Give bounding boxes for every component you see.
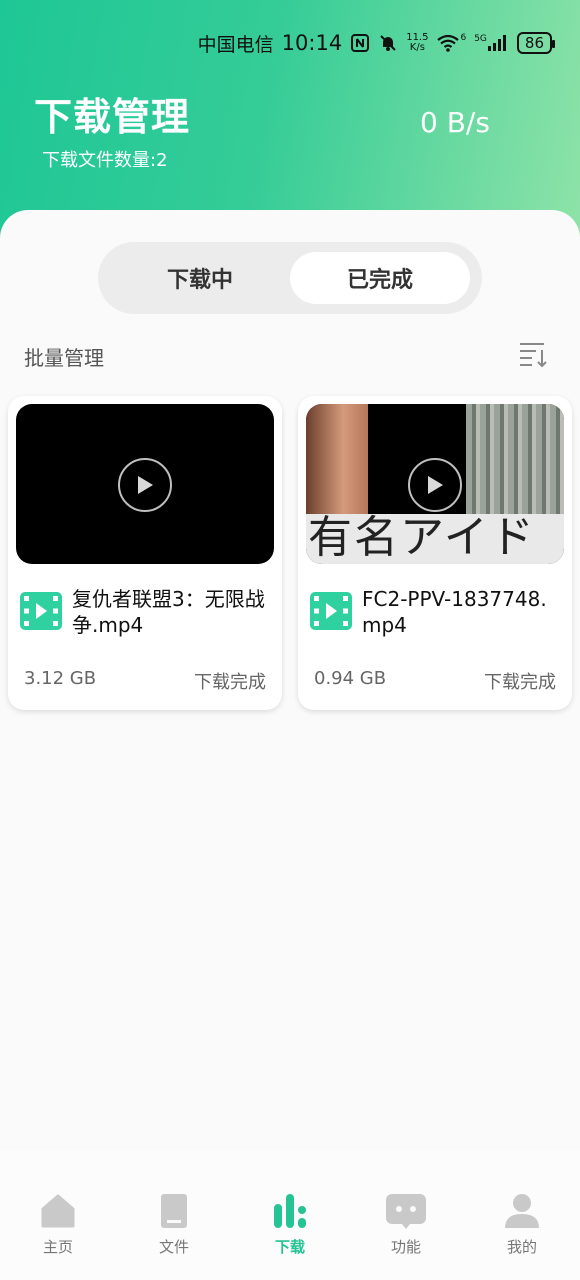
video-thumbnail[interactable] <box>16 404 274 564</box>
nav-label: 主页 <box>42 1238 73 1256</box>
file-name: 复仇者联盟3：无限战争.mp4 <box>72 587 265 637</box>
nav-label: 功能 <box>390 1238 421 1256</box>
tab-completed[interactable]: 已完成 <box>290 252 470 304</box>
net-speed-indicator: 11.5 K/s <box>406 33 428 53</box>
download-speed: 0 B/s <box>420 106 490 139</box>
bottom-nav: 主页 文件 下载 功能 我的 <box>0 1150 580 1280</box>
video-file-icon <box>310 592 352 634</box>
file-count-label: 下载文件数量:2 <box>42 150 168 171</box>
file-size: 0.94 GB <box>314 668 387 689</box>
nav-label: 文件 <box>158 1238 189 1256</box>
nav-label: 下载 <box>274 1238 305 1256</box>
bar-chart-icon <box>274 1194 306 1228</box>
signal-icon: 5G <box>474 34 509 52</box>
download-tabs: 下载中 已完成 <box>98 242 482 314</box>
user-icon <box>505 1194 539 1228</box>
file-card[interactable]: 复仇者联盟3：无限战争.mp4 3.12 GB 下载完成 <box>8 396 282 710</box>
video-file-icon <box>20 592 62 634</box>
tab-downloading[interactable]: 下载中 <box>110 252 290 304</box>
play-icon[interactable] <box>408 458 462 512</box>
net-speed-unit: K/s <box>409 42 425 53</box>
video-thumbnail[interactable]: 有名アイド <box>306 404 564 564</box>
play-icon[interactable] <box>118 458 172 512</box>
file-card[interactable]: 有名アイド FC2-PPV-1837748.mp4 0.94 GB 下载完成 <box>298 396 572 710</box>
download-status: 下载完成 <box>484 672 556 693</box>
sort-icon[interactable] <box>518 340 548 372</box>
book-icon <box>161 1194 187 1228</box>
mute-bell-icon <box>378 33 398 53</box>
chat-icon <box>386 1194 426 1229</box>
batch-manage-button[interactable]: 批量管理 <box>24 342 104 371</box>
nav-item-download[interactable]: 下载 <box>232 1150 348 1280</box>
status-bar: 中国电信 10:14 11.5 K/s 6 5G 86 <box>197 28 556 58</box>
nav-item-home[interactable]: 主页 <box>0 1150 116 1280</box>
home-icon <box>41 1194 75 1228</box>
content-panel: 下载中 已完成 批量管理 复仇者联盟3：无限战争.mp4 3.12 GB 下载完… <box>0 210 580 1150</box>
thumbnail-image-part <box>306 404 368 514</box>
nav-label: 我的 <box>506 1238 537 1256</box>
battery-indicator: 86 <box>516 32 556 54</box>
nav-item-me[interactable]: 我的 <box>464 1150 580 1280</box>
file-size: 3.12 GB <box>24 668 97 689</box>
thumbnail-caption: 有名アイド <box>308 512 536 563</box>
nfc-icon <box>350 33 370 53</box>
signal-badge: 5G <box>474 34 487 44</box>
clock: 10:14 <box>281 31 343 55</box>
download-status: 下载完成 <box>194 672 266 693</box>
wifi-badge: 6 <box>460 33 467 43</box>
nav-item-files[interactable]: 文件 <box>116 1150 232 1280</box>
file-name: FC2-PPV-1837748.mp4 <box>362 587 547 637</box>
nav-item-features[interactable]: 功能 <box>348 1150 464 1280</box>
thumbnail-image-part <box>466 404 564 514</box>
carrier-label: 中国电信 <box>197 33 274 56</box>
wifi-icon: 6 <box>436 33 466 53</box>
page-title: 下载管理 <box>34 95 191 139</box>
